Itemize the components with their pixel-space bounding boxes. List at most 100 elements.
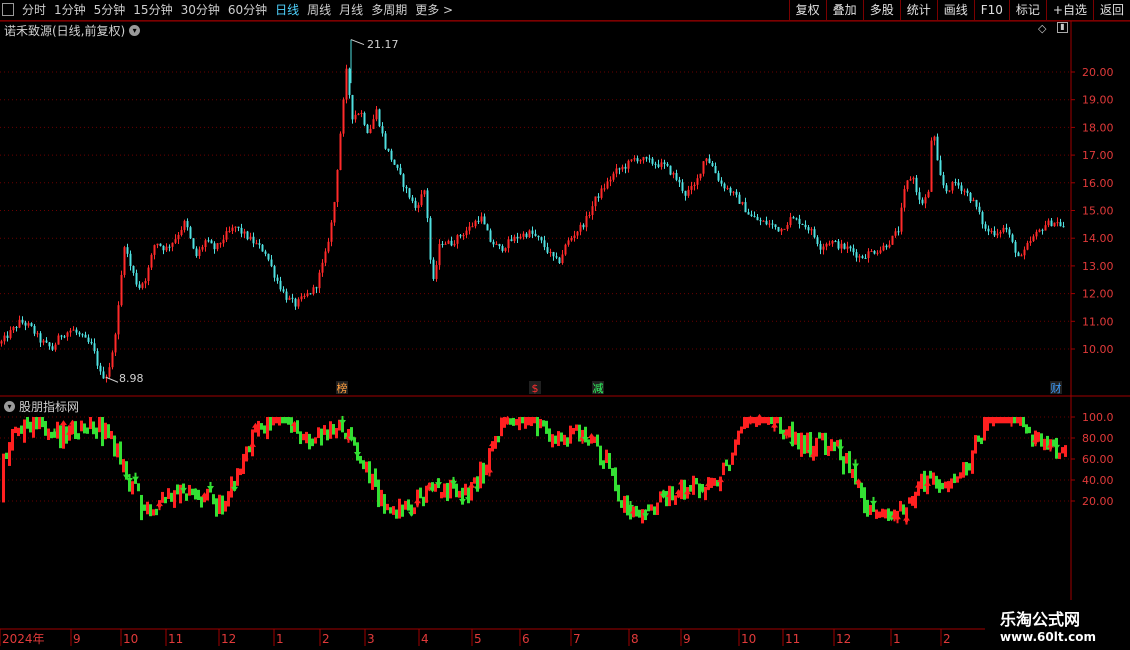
candle-body [273, 266, 276, 278]
arrow-stem [1049, 447, 1052, 452]
candle-body [1011, 234, 1014, 242]
candle-body [150, 254, 153, 268]
candle-body [891, 235, 894, 245]
arrow-stem [773, 427, 776, 432]
candle-body [864, 257, 867, 259]
arrow-stem [233, 482, 236, 487]
indicator-bar [599, 445, 602, 466]
candle-body [1056, 222, 1059, 224]
indicator-bar [689, 484, 692, 492]
indicator-bar [794, 431, 797, 445]
indicator-bar [875, 509, 878, 519]
candle-body [837, 241, 840, 249]
candle-body [1026, 242, 1029, 250]
indicator-tick-label: 20.00 [1082, 495, 1114, 508]
indicator-bar [995, 417, 998, 424]
arrow-stem [251, 446, 254, 451]
indicator-bar [32, 417, 35, 438]
indicator-bar [881, 508, 884, 518]
indicator-bar [971, 450, 974, 474]
indicator-bar [1040, 433, 1043, 447]
indicator-bar [176, 484, 179, 495]
indicator-bar [104, 422, 107, 440]
indicator-bar [863, 487, 866, 514]
candle-body [900, 207, 903, 232]
candle-body [147, 267, 150, 282]
candle-body [252, 236, 255, 244]
price-tick-label: 14.00 [1082, 232, 1114, 245]
indicator-bar [482, 462, 485, 484]
indicator-pane-title-wrap[interactable]: ▾ 股朋指标网 [4, 398, 79, 415]
candle-body [165, 246, 168, 251]
candle-body [174, 239, 177, 243]
indicator-bar [188, 484, 191, 496]
indicator-bar [821, 432, 824, 441]
indicator-bar [464, 483, 467, 496]
main-pane-title-wrap[interactable]: 诺禾致源(日线,前复权) ▾ [4, 22, 141, 39]
indicator-bar [740, 426, 743, 434]
indicator-bar [587, 439, 590, 446]
indicator-bar [899, 500, 902, 512]
xaxis-label: 5 [474, 632, 482, 646]
indicator-bar [23, 419, 26, 443]
candle-body [744, 202, 747, 213]
chevron-down-icon[interactable]: ▾ [129, 25, 141, 36]
candle-body [501, 246, 504, 251]
candle-body [330, 222, 333, 242]
panel-toggle-icon[interactable]: ▮ [1057, 22, 1068, 33]
candle-body [882, 245, 885, 251]
indicator-bar [767, 417, 770, 425]
arrow-stem [677, 494, 680, 499]
candle-body [420, 194, 423, 206]
indicator-tick-label: 60.00 [1082, 453, 1114, 466]
candle-body [1020, 255, 1023, 257]
arrow-stem [812, 456, 815, 461]
candle-body [438, 243, 441, 265]
arrow-stem [452, 476, 455, 481]
indicator-bar [641, 509, 644, 524]
candle-body [702, 161, 705, 174]
indicator-bar [983, 417, 986, 441]
xaxis-label: 12 [221, 632, 236, 646]
candle-body [768, 223, 771, 225]
indicator-bar [314, 437, 317, 444]
candle-body [477, 220, 480, 222]
candle-body [648, 158, 651, 160]
indicator-bar [152, 509, 155, 516]
candle-body [759, 220, 762, 222]
candle-body [855, 252, 858, 258]
xaxis-label: 8 [631, 632, 639, 646]
chevron-down-icon[interactable]: ▾ [4, 401, 15, 412]
candle-body [54, 344, 57, 350]
candle-body [687, 189, 690, 196]
indicator-bar [692, 475, 695, 495]
candle-body [531, 230, 534, 234]
candle-body [1044, 225, 1047, 231]
candle-body [87, 337, 90, 342]
candle-body [921, 199, 924, 204]
candle-body [1050, 220, 1053, 227]
candle-body [555, 256, 558, 258]
indicator-bar [842, 456, 845, 475]
indicator-bar [818, 432, 821, 439]
candle-body [504, 248, 507, 251]
candle-body [612, 173, 615, 180]
candle-body [966, 190, 969, 193]
candle-body [213, 243, 216, 250]
arrow-stem [53, 428, 56, 433]
candle-body [957, 182, 960, 186]
indicator-bar [353, 437, 356, 446]
indicator-bar [266, 417, 269, 440]
candle-body [651, 158, 654, 164]
indicator-bar [446, 482, 449, 502]
candle-body [807, 227, 810, 231]
arrow-stem [194, 488, 197, 493]
indicator-bar [212, 494, 215, 505]
candle-body [771, 223, 774, 225]
candle-body [960, 185, 963, 191]
arrow-stem [437, 478, 440, 483]
diamond-icon[interactable]: ◇ [1038, 22, 1046, 35]
stock-chart[interactable]: 20.00 19.00 18.00 17.00 16.00 15.00 14.00 13.00… [0, 0, 1130, 650]
candle-body [603, 188, 606, 190]
candle-body [912, 177, 915, 180]
